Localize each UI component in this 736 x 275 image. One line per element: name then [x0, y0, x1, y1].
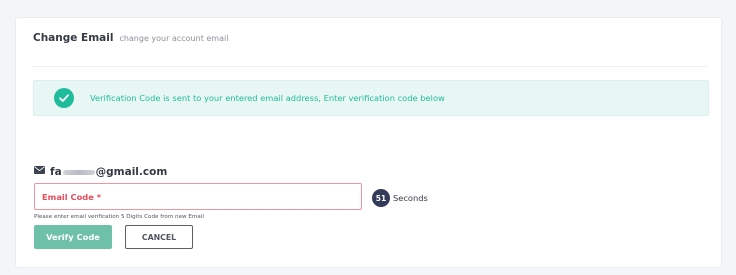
- verification-alert: Verification Code is sent to your entere…: [33, 80, 709, 116]
- page-title: Change Email: [33, 32, 114, 44]
- timer-badge: 51: [372, 189, 390, 207]
- alert-message: Verification Code is sent to your entere…: [90, 93, 445, 103]
- card-header: Change Email change your account email: [33, 32, 707, 67]
- mail-icon: [34, 165, 45, 174]
- change-email-card: Change Email change your account email V…: [15, 17, 722, 268]
- code-hint: Please enter email verification 5 Digits…: [34, 214, 204, 220]
- email-prefix: fa: [50, 166, 62, 178]
- page-subtitle: change your account email: [119, 34, 229, 43]
- verify-code-button[interactable]: Verify Code: [34, 225, 112, 249]
- email-address: fa @gmail.com: [50, 160, 167, 179]
- email-redacted: [62, 170, 95, 175]
- check-circle-icon: [54, 88, 74, 108]
- cancel-button[interactable]: CANCEL: [125, 225, 193, 249]
- email-code-input[interactable]: [34, 183, 362, 210]
- countdown-timer: 51 Seconds: [372, 189, 428, 207]
- timer-label: Seconds: [393, 193, 428, 203]
- email-display: fa @gmail.com: [34, 160, 167, 179]
- email-suffix: @gmail.com: [95, 166, 168, 178]
